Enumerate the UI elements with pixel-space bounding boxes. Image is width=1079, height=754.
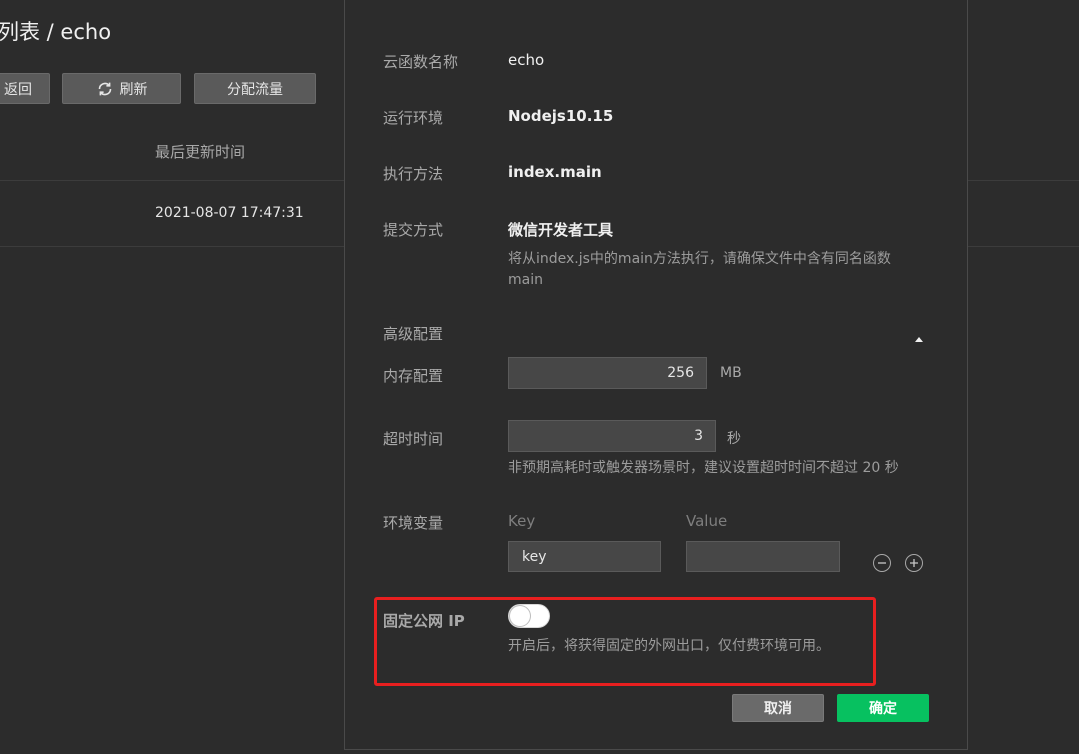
confirm-button[interactable]: 确定 xyxy=(837,694,929,722)
submit-method-label: 提交方式 xyxy=(383,221,444,239)
assign-traffic-button[interactable]: 分配流量 xyxy=(194,73,316,104)
timeout-label: 超时时间 xyxy=(383,430,444,448)
refresh-button-label: 刷新 xyxy=(119,81,148,98)
runtime-label: 运行环境 xyxy=(383,109,444,127)
runtime-value: Nodejs10.15 xyxy=(508,107,614,125)
refresh-icon xyxy=(96,80,114,98)
submit-method-hint-line1: 将从index.js中的main方法执行，请确保文件中含有同名函数 xyxy=(508,251,891,267)
submit-method-value: 微信开发者工具 xyxy=(508,221,614,239)
minus-circle-icon[interactable] xyxy=(873,554,891,572)
timeout-hint: 非预期高耗时或触发器场景时，建议设置超时时间不超过 20 秒 xyxy=(508,460,899,476)
timeout-unit: 秒 xyxy=(727,431,741,447)
page-title: 列表 / echo xyxy=(0,20,112,44)
function-name-label: 云函数名称 xyxy=(383,53,459,71)
plus-circle-icon[interactable] xyxy=(905,554,923,572)
handler-value: index.main xyxy=(508,163,602,181)
env-value-input[interactable] xyxy=(686,541,840,572)
function-config-dialog: 云函数名称 echo 运行环境 Nodejs10.15 执行方法 index.m… xyxy=(344,0,968,750)
handler-label: 执行方法 xyxy=(383,165,444,183)
function-name-value: echo xyxy=(508,51,545,69)
submit-method-hint-line2: main xyxy=(508,272,543,288)
assign-traffic-label: 分配流量 xyxy=(227,81,283,98)
memory-input[interactable] xyxy=(508,357,707,389)
caret-up-icon[interactable] xyxy=(915,327,923,346)
table-cell-updated-time: 2021-08-07 17:47:31 xyxy=(155,205,304,221)
env-key-header: Key xyxy=(508,512,536,530)
env-key-input[interactable] xyxy=(508,541,661,572)
confirm-button-label: 确定 xyxy=(869,701,897,717)
back-button-label: 返回 xyxy=(4,81,32,98)
memory-unit: MB xyxy=(720,365,742,381)
timeout-input[interactable] xyxy=(508,420,716,452)
column-header-updated-time: 最后更新时间 xyxy=(155,143,246,161)
advanced-config-label: 高级配置 xyxy=(383,325,444,343)
memory-label: 内存配置 xyxy=(383,367,444,385)
refresh-button[interactable]: 刷新 xyxy=(62,73,181,104)
cancel-button-label: 取消 xyxy=(764,701,792,717)
env-value-header: Value xyxy=(686,512,728,530)
cancel-button[interactable]: 取消 xyxy=(732,694,824,722)
env-vars-label: 环境变量 xyxy=(383,514,444,532)
back-button[interactable]: 返回 xyxy=(0,73,50,104)
highlight-box xyxy=(374,597,876,686)
